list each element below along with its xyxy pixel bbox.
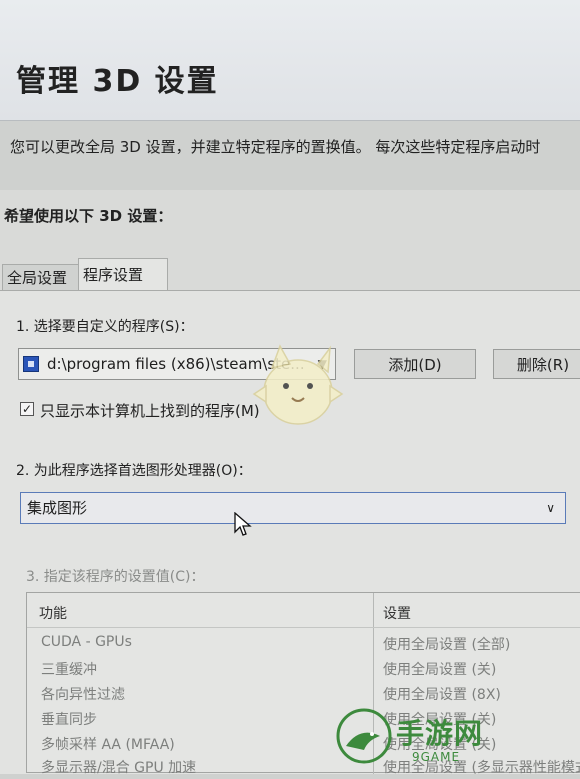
mascot-sticker-icon bbox=[252, 344, 344, 425]
page-description: 您可以更改全局 3D 设置，并建立特定程序的置换值。 每次这些特定程序启动时 bbox=[10, 138, 541, 156]
header-divider bbox=[27, 627, 580, 628]
mouse-cursor-icon bbox=[234, 512, 252, 536]
show-local-programs-checkbox[interactable]: ✓ bbox=[20, 402, 34, 416]
column-header-feature[interactable]: 功能 bbox=[39, 603, 67, 623]
settings-values-label: 3. 指定该程序的设置值(C)： bbox=[26, 569, 205, 585]
feature-cell: CUDA - GPUs bbox=[41, 634, 132, 650]
feature-cell: 多帧采样 AA (MFAA) bbox=[41, 737, 175, 753]
feature-cell: 垂直同步 bbox=[41, 712, 97, 728]
table-row[interactable]: CUDA - GPUs 使用全局设置 (全部) bbox=[27, 631, 580, 656]
watermark-subtext: 9GAME bbox=[412, 750, 461, 764]
delete-program-button[interactable]: 删除(R) bbox=[493, 349, 580, 379]
setting-cell: 使用全局设置 (全部) bbox=[383, 637, 511, 653]
gpu-dropdown-value: 集成图形 bbox=[27, 499, 88, 517]
table-row[interactable]: 三重缓冲 使用全局设置 (关) bbox=[27, 656, 580, 681]
feature-cell: 各向异性过滤 bbox=[41, 687, 125, 703]
setting-cell: 使用全局设置 (8X) bbox=[383, 687, 501, 703]
chevron-down-icon: ∨ bbox=[546, 501, 555, 515]
section-subtitle: 希望使用以下 3D 设置： bbox=[4, 207, 173, 225]
add-program-button[interactable]: 添加(D) bbox=[354, 349, 476, 379]
feature-cell: 多显示器/混合 GPU 加速 bbox=[41, 760, 197, 776]
show-local-programs-label[interactable]: 只显示本计算机上找到的程序(M) bbox=[40, 400, 260, 421]
header-bar: 管理 3D 设置 bbox=[0, 0, 580, 121]
setting-cell: 使用全局设置 (关) bbox=[383, 662, 497, 678]
bird-logo-icon bbox=[336, 708, 392, 764]
tab-global-settings[interactable]: 全局设置 bbox=[2, 264, 82, 291]
program-select-label: 1. 选择要自定义的程序(S)： bbox=[16, 319, 194, 335]
feature-cell: 三重缓冲 bbox=[41, 662, 97, 678]
table-row[interactable]: 各向异性过滤 使用全局设置 (8X) bbox=[27, 681, 580, 706]
gpu-dropdown[interactable]: 集成图形 ∨ bbox=[20, 492, 566, 524]
column-header-setting[interactable]: 设置 bbox=[383, 603, 411, 623]
program-app-icon bbox=[23, 356, 39, 372]
watermark: 手游网 9GAME bbox=[334, 706, 580, 773]
page-title: 管理 3D 设置 bbox=[16, 64, 219, 99]
gpu-select-label: 2. 为此程序选择首选图形处理器(O)： bbox=[16, 463, 252, 479]
tab-program-settings[interactable]: 程序设置 bbox=[78, 258, 168, 291]
watermark-text: 手游网 bbox=[396, 717, 484, 750]
